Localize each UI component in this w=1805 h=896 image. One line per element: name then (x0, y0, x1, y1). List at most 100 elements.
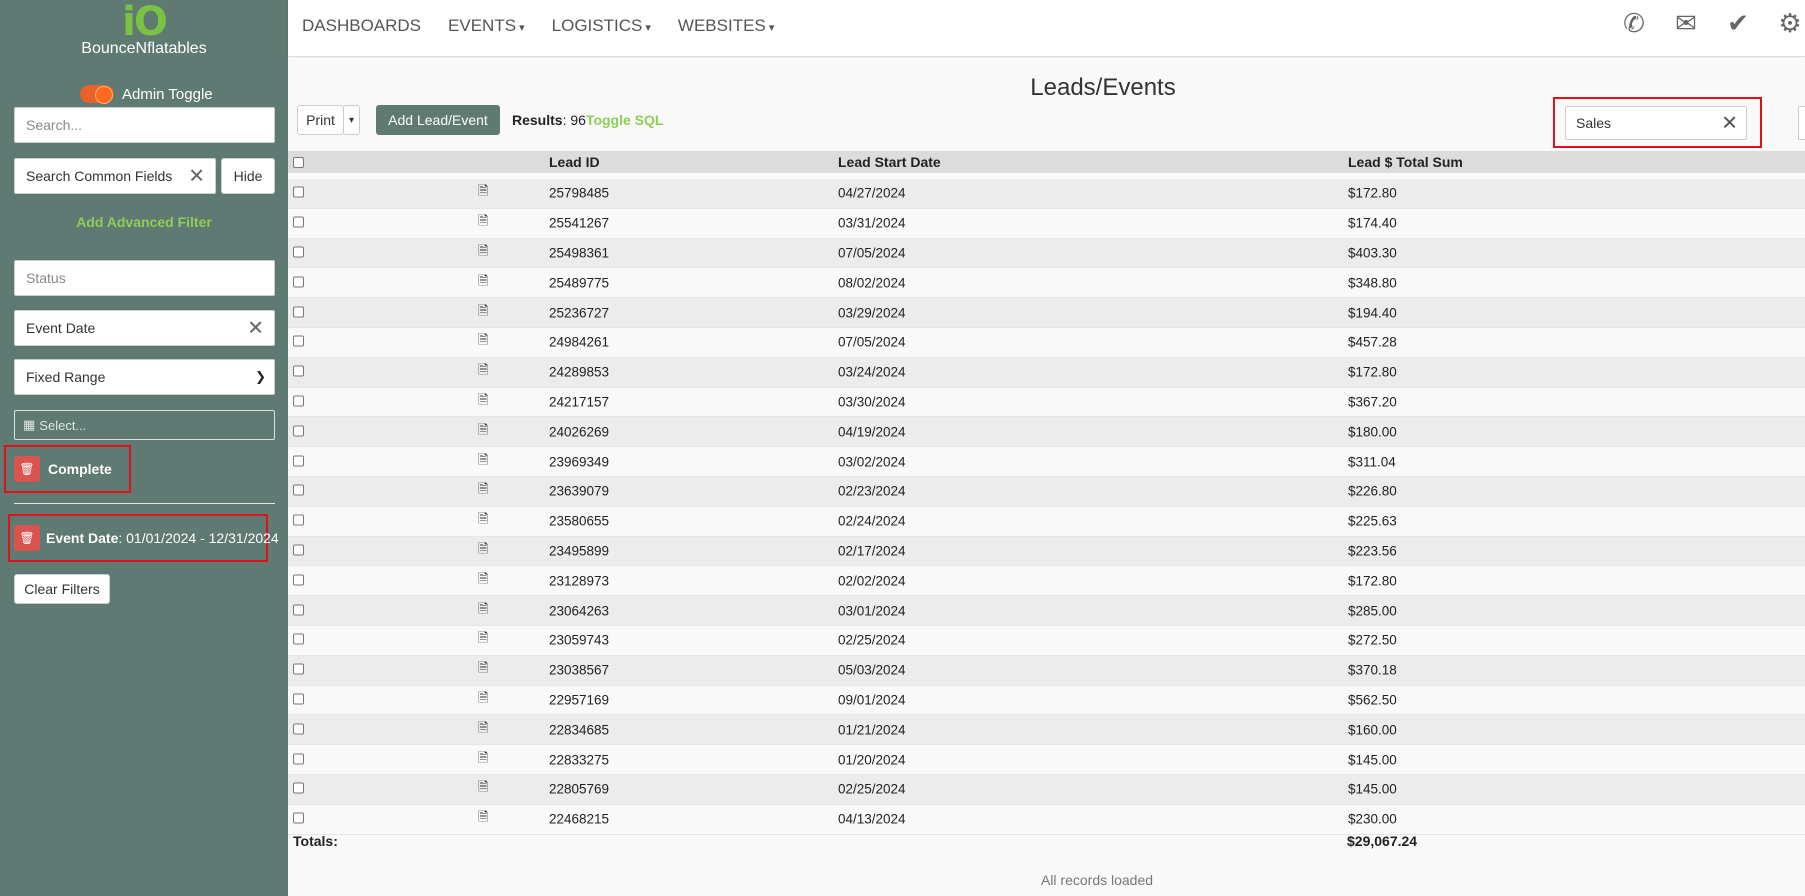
envelope-icon[interactable]: ✉ (1671, 8, 1701, 39)
table-row[interactable]: 🗎 24217157 03/30/2024 $367.20 (288, 387, 1805, 418)
table-row[interactable]: 🗎 23038567 05/03/2024 $370.18 (288, 655, 1805, 686)
document-icon[interactable]: 🗎 (478, 242, 488, 264)
clear-icon[interactable]: ✕ (188, 164, 205, 189)
lead-id-cell[interactable]: 22805769 (549, 782, 609, 797)
document-icon[interactable]: 🗎 (478, 391, 488, 413)
add-lead-event-button[interactable]: Add Lead/Event (376, 105, 500, 135)
table-row[interactable]: 🗎 23969349 03/02/2024 $311.04 (288, 447, 1805, 477)
table-row[interactable]: 🗎 22468215 04/13/2024 $230.00 (288, 804, 1805, 835)
clear-icon[interactable]: ✕ (247, 316, 264, 341)
document-icon[interactable]: 🗎 (478, 749, 488, 771)
select-all-checkbox[interactable] (293, 155, 304, 171)
lead-id-cell[interactable]: 24026269 (549, 424, 609, 439)
row-checkbox[interactable] (293, 454, 304, 469)
row-checkbox[interactable] (293, 216, 304, 231)
brand-name[interactable]: BounceNflatables (0, 40, 288, 58)
row-checkbox[interactable] (293, 245, 304, 260)
lead-id-cell[interactable]: 23969349 (549, 454, 609, 469)
document-icon[interactable]: 🗎 (478, 421, 488, 443)
document-icon[interactable]: 🗎 (478, 272, 488, 294)
document-icon[interactable]: 🗎 (478, 331, 488, 353)
clear-filters-button[interactable]: Clear Filters (14, 574, 110, 604)
lead-id-cell[interactable]: 23128973 (549, 573, 609, 588)
table-row[interactable]: 🗎 25489775 08/02/2024 $348.80 (288, 268, 1805, 299)
nav-events[interactable]: EVENTS (448, 16, 525, 36)
row-checkbox[interactable] (293, 394, 304, 409)
document-icon[interactable]: 🗎 (478, 600, 488, 622)
lead-id-cell[interactable]: 22833275 (549, 752, 609, 767)
row-checkbox[interactable] (293, 812, 304, 827)
row-checkbox[interactable] (293, 365, 304, 380)
row-checkbox[interactable] (293, 752, 304, 767)
common-fields-search-input[interactable]: Search Common Fields ✕ (14, 158, 216, 194)
nav-dashboards[interactable]: DASHBOARDS (302, 16, 421, 36)
date-range-picker[interactable]: ▦ Select... (14, 410, 275, 440)
lead-id-cell[interactable]: 23064263 (549, 603, 609, 618)
header-lead-start-date[interactable]: Lead Start Date (838, 154, 941, 170)
print-button[interactable]: Print (297, 105, 344, 135)
table-row[interactable]: 🗎 25798485 04/27/2024 $172.80 (288, 179, 1805, 209)
table-row[interactable]: 🗎 24026269 04/19/2024 $180.00 (288, 417, 1805, 448)
table-row[interactable]: 🗎 22834685 01/21/2024 $160.00 (288, 715, 1805, 746)
table-row[interactable]: 🗎 22805769 02/25/2024 $145.00 (288, 774, 1805, 805)
document-icon[interactable]: 🗎 (478, 510, 488, 532)
check-icon[interactable]: ✔ (1723, 8, 1753, 39)
lead-id-cell[interactable]: 25236727 (549, 305, 609, 320)
table-row[interactable]: 🗎 23580655 02/24/2024 $225.63 (288, 506, 1805, 537)
toggle-switch[interactable] (80, 85, 114, 104)
header-lead-id[interactable]: Lead ID (549, 154, 600, 170)
table-search-input[interactable]: Sales ✕ (1565, 106, 1747, 140)
row-checkbox[interactable] (293, 573, 304, 588)
admin-toggle[interactable]: Admin Toggle (80, 85, 213, 104)
row-checkbox[interactable] (293, 186, 304, 201)
document-icon[interactable]: 🗎 (478, 212, 488, 234)
row-checkbox[interactable] (293, 424, 304, 439)
row-checkbox[interactable] (293, 275, 304, 290)
row-checkbox[interactable] (293, 335, 304, 350)
table-row[interactable]: 🗎 25498361 07/05/2024 $403.30 (288, 238, 1805, 269)
document-icon[interactable]: 🗎 (478, 361, 488, 383)
row-checkbox[interactable] (293, 663, 304, 678)
lead-id-cell[interactable]: 23038567 (549, 663, 609, 678)
row-checkbox[interactable] (293, 782, 304, 797)
event-date-field[interactable]: Event Date ✕ (14, 310, 275, 346)
row-checkbox[interactable] (293, 722, 304, 737)
table-row[interactable]: 🗎 22957169 09/01/2024 $562.50 (288, 685, 1805, 716)
lead-id-cell[interactable]: 24289853 (549, 365, 609, 380)
lead-id-cell[interactable]: 22957169 (549, 692, 609, 707)
column-picker-button[interactable] (1798, 106, 1805, 140)
lead-id-cell[interactable]: 22468215 (549, 812, 609, 827)
add-advanced-filter-link[interactable]: Add Advanced Filter (0, 214, 288, 230)
lead-id-cell[interactable]: 23580655 (549, 514, 609, 529)
lead-id-cell[interactable]: 25798485 (549, 186, 609, 201)
nav-websites[interactable]: WEBSITES (678, 16, 774, 36)
lead-id-cell[interactable]: 25498361 (549, 245, 609, 260)
row-checkbox[interactable] (293, 484, 304, 499)
lead-id-cell[interactable]: 24217157 (549, 394, 609, 409)
lead-id-cell[interactable]: 23059743 (549, 633, 609, 648)
range-select[interactable]: Fixed Range ❯ (14, 359, 275, 395)
row-checkbox[interactable] (293, 692, 304, 707)
document-icon[interactable]: 🗎 (478, 451, 488, 473)
header-lead-total-sum[interactable]: Lead $ Total Sum (1348, 154, 1463, 170)
sidebar-search-input[interactable]: Search... (14, 107, 275, 143)
document-icon[interactable]: 🗎 (478, 182, 488, 204)
lead-id-cell[interactable]: 23639079 (549, 484, 609, 499)
table-row[interactable]: 🗎 24984261 07/05/2024 $457.28 (288, 327, 1805, 358)
document-icon[interactable]: 🗎 (478, 302, 488, 324)
table-row[interactable]: 🗎 25236727 03/29/2024 $194.40 (288, 298, 1805, 328)
toggle-sql-link[interactable]: Toggle SQL (586, 112, 664, 128)
print-dropdown-button[interactable]: ▾ (343, 105, 360, 135)
table-row[interactable]: 🗎 22833275 01/20/2024 $145.00 (288, 745, 1805, 775)
gear-icon[interactable]: ⚙ (1775, 8, 1805, 39)
lead-id-cell[interactable]: 25541267 (549, 216, 609, 231)
table-row[interactable]: 🗎 23059743 02/25/2024 $272.50 (288, 625, 1805, 656)
lead-id-cell[interactable]: 24984261 (549, 335, 609, 350)
document-icon[interactable]: 🗎 (478, 689, 488, 711)
status-input[interactable]: Status (14, 260, 275, 296)
brand-logo[interactable]: iO (0, 2, 288, 42)
hide-button[interactable]: Hide (221, 158, 275, 194)
table-row[interactable]: 🗎 24289853 03/24/2024 $172.80 (288, 357, 1805, 388)
document-icon[interactable]: 🗎 (478, 629, 488, 651)
trash-icon[interactable]: 🗑 (14, 525, 40, 551)
